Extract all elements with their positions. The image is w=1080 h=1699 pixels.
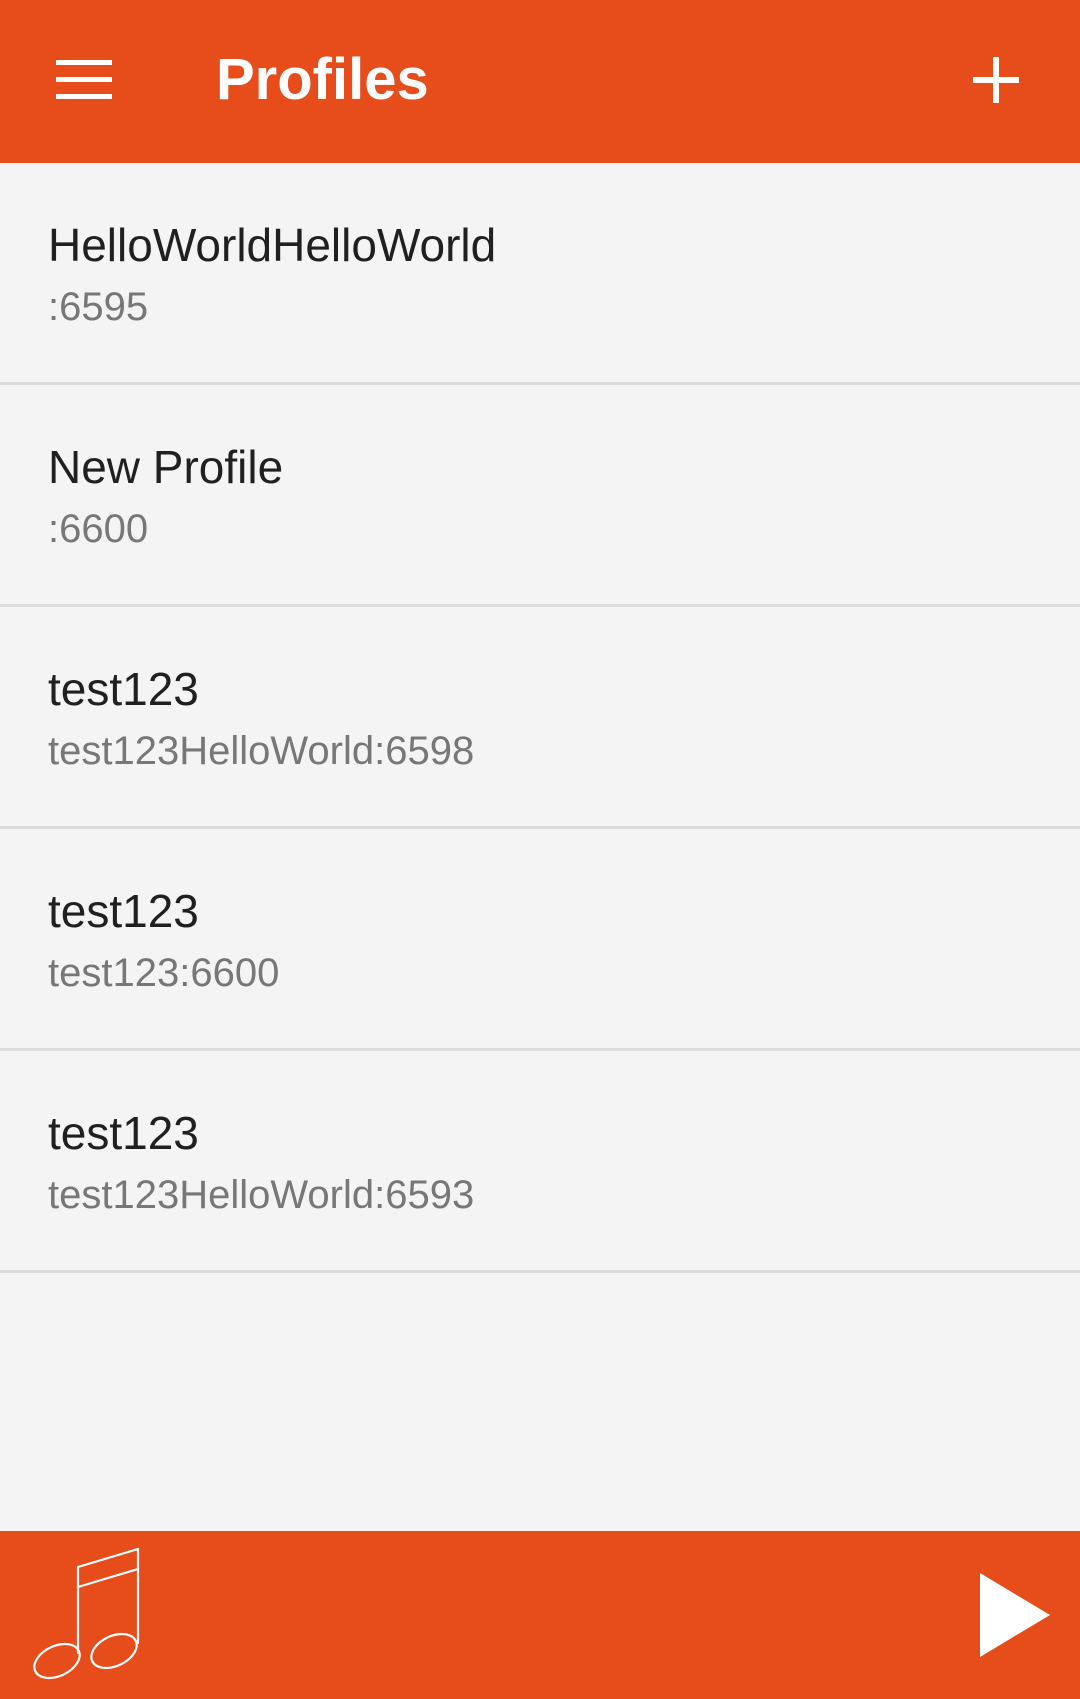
profile-list-item[interactable]: test123 test123:6600: [0, 829, 1080, 1051]
profile-detail: test123:6600: [48, 951, 280, 995]
music-note-icon: [33, 1547, 140, 1680]
hamburger-menu-icon: [56, 60, 112, 99]
profile-name: New Profile: [48, 441, 284, 493]
profile-name: HelloWorldHelloWorld: [48, 219, 497, 271]
profile-list: HelloWorldHelloWorld :6595 New Profile :…: [0, 163, 1080, 1273]
play-icon[interactable]: [974, 1569, 1054, 1661]
profile-list-item[interactable]: test123 test123HelloWorld:6598: [0, 607, 1080, 829]
profile-list-item[interactable]: HelloWorldHelloWorld :6595: [0, 163, 1080, 385]
profile-detail: test123HelloWorld:6598: [48, 729, 475, 773]
profile-name: test123: [48, 663, 199, 715]
app-bar: Profiles: [0, 0, 1080, 163]
page-title: Profiles: [216, 47, 429, 112]
profile-list-item[interactable]: New Profile :6600: [0, 385, 1080, 607]
profile-list-item[interactable]: test123 test123HelloWorld:6593: [0, 1051, 1080, 1273]
profile-name: test123: [48, 1107, 199, 1159]
player-bar: [0, 1531, 1080, 1699]
profile-detail: test123HelloWorld:6593: [48, 1173, 475, 1217]
profile-detail: :6600: [48, 507, 149, 551]
plus-icon: [973, 57, 1019, 103]
menu-button[interactable]: [40, 40, 128, 120]
profile-detail: :6595: [48, 285, 149, 329]
add-profile-button[interactable]: [952, 40, 1040, 120]
profile-name: test123: [48, 885, 199, 937]
